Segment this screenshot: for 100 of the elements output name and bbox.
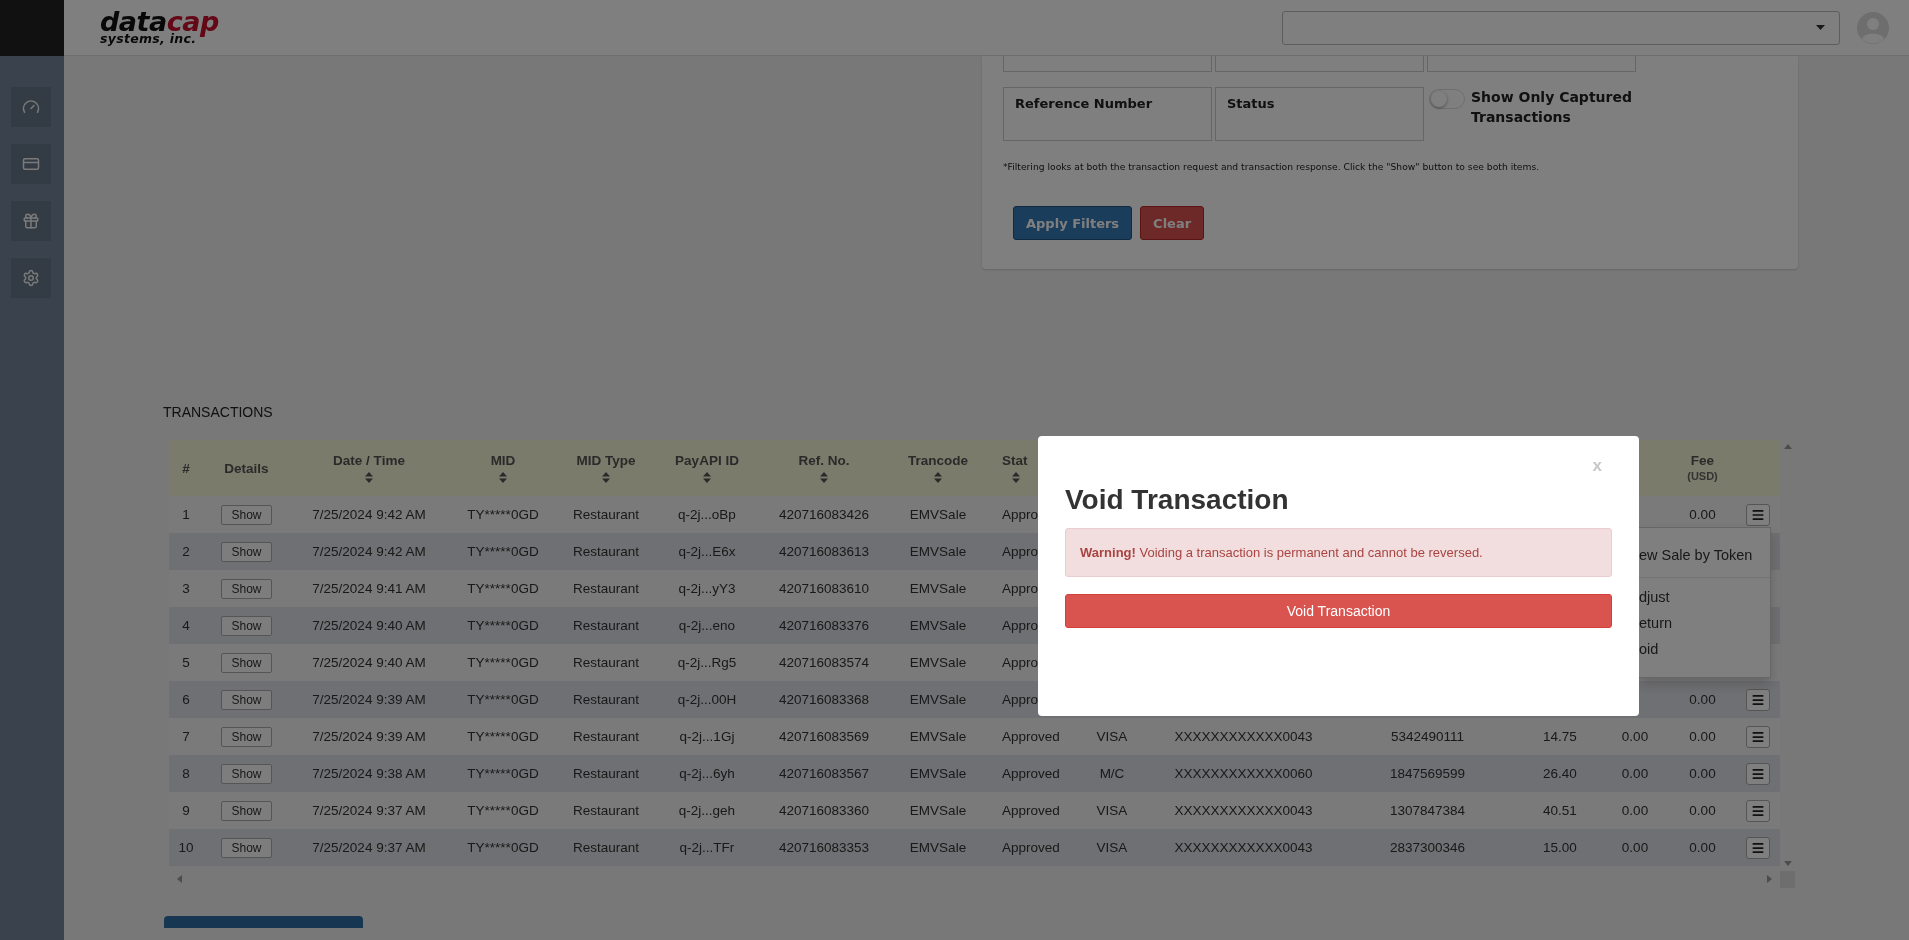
row-menu-button[interactable] [1745,688,1770,711]
column-header[interactable]: PayAPI ID [675,453,739,468]
show-button[interactable]: Show [221,541,272,562]
table-cell: TY*****0GD [467,507,539,522]
show-button[interactable]: Show [221,763,272,784]
gift-nav-button[interactable] [11,201,51,241]
menu-item[interactable]: oid [1639,636,1770,662]
account-select[interactable] [1282,10,1840,45]
table-cell: q-2j...E6x [678,544,736,559]
toggle-label: Show Only Captured Transactions [1471,88,1633,127]
sort-icon[interactable] [499,472,507,483]
column-header[interactable]: Trancode [908,453,968,468]
apply-button[interactable]: Apply Filters [1013,206,1133,240]
table-cell: 420716083567 [778,766,870,781]
show-button[interactable]: Show [221,726,272,747]
logo: datacap systems, inc. [100,10,219,45]
menu-item[interactable]: ew Sale by Token [1639,542,1770,568]
table-cell: q-2j...TFr [679,840,735,855]
menu-icon [1750,803,1765,818]
table-cell: 40.51 [1543,803,1577,818]
show-button[interactable]: Show [221,652,272,673]
column-header[interactable]: MID [490,453,516,468]
table-cell: 8 [182,766,190,781]
menu-item[interactable]: eturn [1639,610,1770,636]
table-cell: 420716083610 [778,581,870,596]
table-cell: 10 [178,840,194,855]
row-menu-button[interactable] [1745,836,1770,859]
table-cell: 7/25/2024 9:40 AM [312,618,426,633]
table-cell: EMVSale [909,655,967,670]
table-cell: Appro [1002,544,1039,559]
table-cell: 7/25/2024 9:38 AM [312,766,426,781]
clear-button[interactable]: Clear [1140,206,1205,240]
table-cell: Restaurant [572,655,639,670]
filter-note: *Filtering looks at both the transaction request and transaction response. Click the "Show" button to see both items. [1003,161,1541,172]
scroll-left-icon[interactable] [177,875,182,883]
modal-backdrop[interactable] [0,0,1909,940]
show-button[interactable]: Show [221,837,272,858]
table-cell: Restaurant [572,507,639,522]
table-cell: 26.40 [1543,766,1577,781]
table-cell: 0.00 [1689,729,1716,744]
settings-nav-button[interactable] [11,258,51,298]
void-button[interactable]: Void Transaction [1065,594,1612,628]
row-menu-button[interactable] [1745,503,1770,526]
show-button[interactable]: Show [221,504,272,525]
filter-field[interactable]: Reference Number [1003,87,1212,141]
filter-field[interactable] [1003,56,1212,72]
section-title: TRANSACTIONS [163,404,274,420]
scroll-right-icon[interactable] [1767,875,1772,883]
table-cell: VISA [1096,840,1128,855]
dialog-title: Void Transaction [1065,484,1290,516]
table-cell: Restaurant [572,766,639,781]
table-cell: 420716083426 [778,507,870,522]
show-button[interactable]: Show [221,578,272,599]
show-button[interactable]: Show [221,689,272,710]
sort-icon[interactable] [1012,472,1020,483]
caret-icon [1816,25,1825,30]
table-cell: 1847569599 [1389,766,1466,781]
table-cell: VISA [1096,803,1128,818]
column-header: Details [224,460,269,476]
column-unit: (USD) [1687,470,1718,482]
sort-icon[interactable] [820,472,828,483]
table-cell: q-2j...eno [678,618,736,633]
filter-field[interactable] [1215,56,1424,72]
sort-icon[interactable] [365,472,373,483]
sort-icon[interactable] [703,472,711,483]
table-cell: 6 [182,692,190,707]
table-cell: EMVSale [909,692,967,707]
row-menu-button[interactable] [1745,762,1770,785]
menu-item[interactable]: djust [1639,584,1770,610]
table-cell: Appro [1002,618,1039,633]
column-header[interactable]: Stat [1002,453,1028,468]
row-menu-button[interactable] [1745,725,1770,748]
cards-nav-button[interactable] [11,144,51,184]
column-header[interactable]: MID Type [576,453,636,468]
table-cell: VISA [1096,729,1128,744]
menu-icon [1750,840,1765,855]
row-menu-button[interactable] [1745,799,1770,822]
captured-toggle[interactable] [1429,89,1465,109]
table-cell: 0.00 [1621,766,1649,781]
filter-field[interactable]: Status [1215,87,1424,141]
table-cell: TY*****0GD [467,581,539,596]
table-cell: 7/25/2024 9:37 AM [312,840,426,855]
settings-icon [22,269,40,287]
table-cell: q-2j...1Gj [679,729,735,744]
column-header[interactable]: Ref. No. [798,453,850,468]
table-cell: q-2j...00H [677,692,737,707]
menu-icon [1750,766,1765,781]
filter-field[interactable] [1427,56,1636,72]
sort-icon[interactable] [934,472,942,483]
show-button[interactable]: Show [221,615,272,636]
column-header[interactable]: Date / Time [333,453,405,468]
table-cell: 420716083360 [778,803,870,818]
scroll-up-icon[interactable] [1783,444,1792,449]
table-cell: 3 [182,581,190,596]
show-button[interactable]: Show [221,800,272,821]
sort-icon[interactable] [602,472,610,483]
dashboard-nav-button[interactable] [11,87,51,127]
menu-icon [1750,692,1765,707]
column-header: # [182,460,190,476]
scroll-down-icon[interactable] [1783,861,1792,866]
